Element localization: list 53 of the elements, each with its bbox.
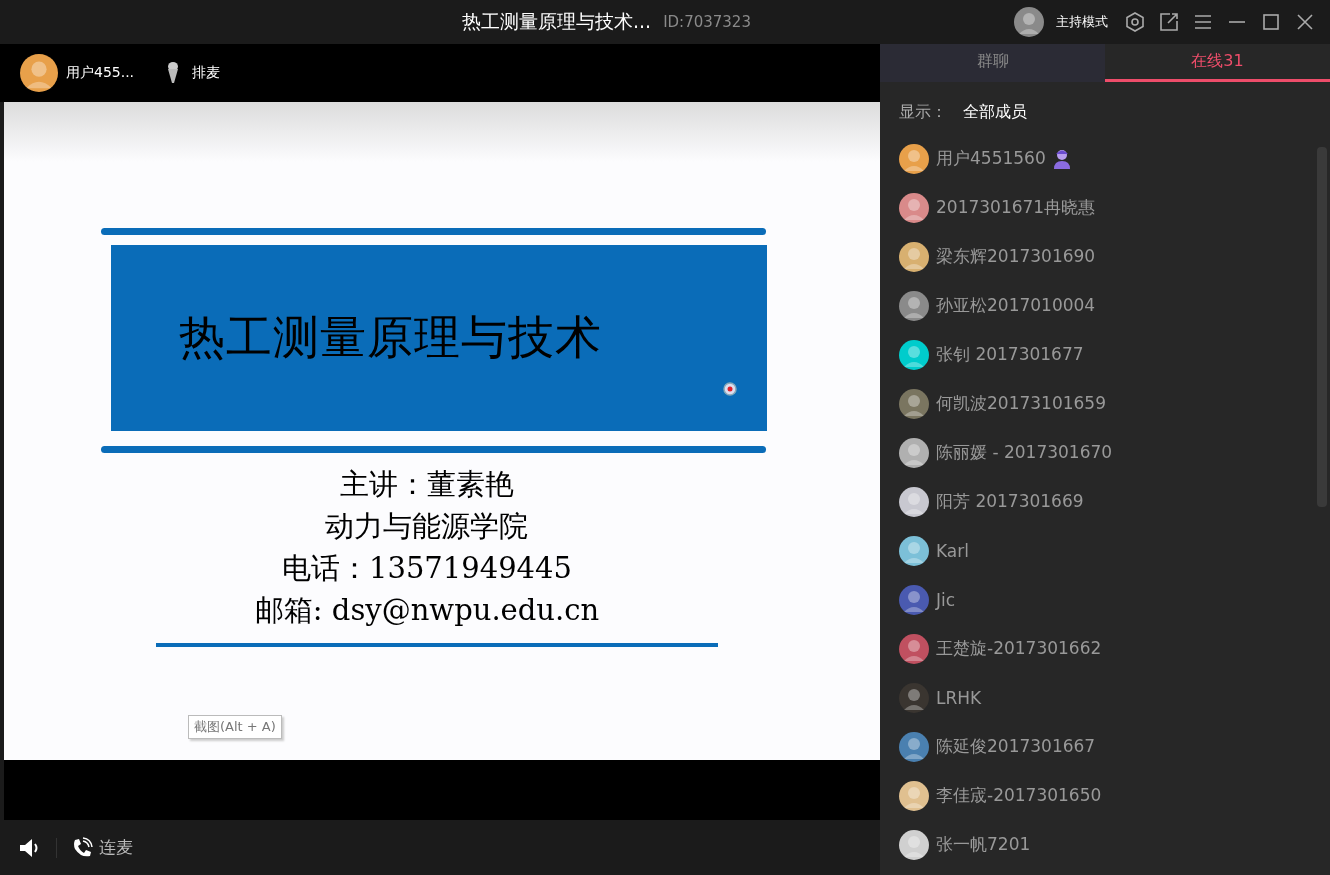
tooltip: 截图(Alt + A) <box>188 715 282 739</box>
slide-text: 动力与能源学院 <box>325 508 529 545</box>
member-name[interactable]: 用户4551560 <box>936 147 1046 170</box>
member-name[interactable]: 王楚旋-2017301662 <box>936 637 1102 660</box>
window-title: 热工测量原理与技术... <box>462 9 652 34</box>
maximize-icon[interactable] <box>1260 11 1282 33</box>
member-name[interactable]: 阳芳 2017301669 <box>936 490 1084 513</box>
avatar <box>899 143 929 174</box>
avatar <box>899 584 929 615</box>
member-name[interactable]: 梁东辉2017301690 <box>936 245 1096 268</box>
room-id: ID:7037323 <box>663 13 751 31</box>
phone-icon <box>71 836 93 859</box>
avatar <box>899 731 929 762</box>
avatar <box>899 780 929 811</box>
queue-label[interactable]: 排麦 <box>192 64 221 82</box>
connect-mic-button[interactable]: 连麦 <box>71 836 133 859</box>
avatar <box>899 241 929 272</box>
avatar <box>1014 7 1044 37</box>
avatar <box>899 486 929 517</box>
avatar <box>20 54 58 92</box>
slide-text: 主讲：董素艳 <box>340 466 514 503</box>
member-name[interactable]: 2017301671冉晓惠 <box>936 196 1096 219</box>
avatar <box>899 290 929 321</box>
avatar <box>899 633 929 664</box>
avatar <box>899 437 929 468</box>
pointer-icon <box>723 382 737 396</box>
mode-label: 主持模式 <box>1056 13 1108 31</box>
avatar <box>899 535 929 566</box>
member-name[interactable]: Jic <box>936 589 956 610</box>
filter-label: 显示： <box>899 102 947 123</box>
avatar <box>899 192 929 223</box>
microphone-icon[interactable] <box>166 62 181 84</box>
member-name[interactable]: 何凯波20173101659 <box>936 392 1106 415</box>
member-name[interactable]: LRHK <box>936 687 982 708</box>
avatar <box>899 388 929 419</box>
slide-text: 电话：13571949445 <box>282 550 572 587</box>
avatar <box>899 682 929 713</box>
tab[interactable]: 群聊 <box>880 44 1105 82</box>
settings-icon[interactable] <box>1124 11 1146 33</box>
member-name[interactable]: 张钊 2017301677 <box>936 343 1084 366</box>
member-name[interactable]: Karl <box>936 540 969 561</box>
slide-title: 热工测量原理与技术 <box>179 309 602 366</box>
avatar <box>899 829 929 860</box>
external-link-icon[interactable] <box>1158 11 1180 33</box>
member-name[interactable]: 张一帆7201 <box>936 833 1031 856</box>
avatar <box>899 339 929 370</box>
member-name[interactable]: 陈丽媛 - 2017301670 <box>936 441 1113 464</box>
member-name[interactable]: 孙亚松2017010004 <box>936 294 1096 317</box>
filter-dropdown[interactable]: 全部成员 <box>963 102 1027 134</box>
slide-text: 邮箱: dsy@nwpu.edu.cn <box>254 592 600 629</box>
member-name[interactable]: 陈延俊2017301667 <box>936 735 1096 758</box>
presenter-name: 用户455... <box>66 64 135 82</box>
member-name[interactable]: 李佳宬-2017301650 <box>936 784 1102 807</box>
